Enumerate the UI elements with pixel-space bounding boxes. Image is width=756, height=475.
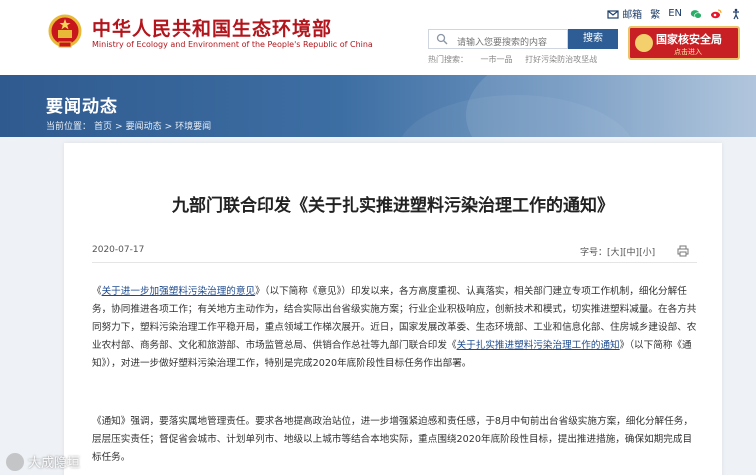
breadcrumb-level1[interactable]: 要闻动态: [126, 122, 162, 132]
mail-link-label: 邮箱: [622, 10, 643, 21]
search-button[interactable]: 搜索: [568, 29, 618, 49]
search-icon: [436, 33, 448, 45]
mail-icon: [607, 9, 619, 19]
accessibility-icon[interactable]: [730, 8, 742, 20]
article-title: 九部门联合印发《关于扎实推进塑料污染治理工作的通知》: [172, 196, 614, 216]
publish-date: 2020-07-17: [92, 245, 145, 255]
mail-link[interactable]: 邮箱: [607, 6, 642, 21]
nnsa-entry-button[interactable]: 国家核安全局 点击进入: [628, 26, 740, 60]
national-emblem-icon[interactable]: [48, 12, 82, 50]
article-meta: 2020-07-17 字号：[大][中][小]: [92, 245, 697, 263]
traditional-chinese-link[interactable]: 繁: [650, 6, 660, 21]
hot-search-item[interactable]: 打好污染防治攻坚战: [525, 55, 597, 64]
breadcrumb-level2[interactable]: 环境要闻: [175, 122, 211, 132]
article-paragraph: 《通知》强调，要落实属地管理责任。要求各地提高政治站位，进一步增强紧迫感和责任感…: [92, 416, 693, 463]
paragraph-text: 《: [92, 286, 102, 297]
nnsa-subtitle: 点击进入: [674, 48, 702, 56]
watermark-logo-icon: [6, 452, 24, 471]
hot-search: 热门搜索： 一市一品 打好污染防治攻坚战: [428, 54, 607, 65]
breadcrumb: 当前位置： 首页 > 要闻动态 > 环境要闻: [46, 119, 214, 132]
policy-link[interactable]: 关于进一步加强塑料污染治理的意见: [102, 286, 256, 297]
font-size-large[interactable]: [大]: [607, 248, 623, 258]
article-paragraph: 《关于进一步加强塑料污染治理的意见》（以下简称《意见》）印发以来，各方高度重视、…: [92, 283, 697, 373]
section-title: 要闻动态: [46, 97, 118, 117]
font-size-medium[interactable]: [中]: [623, 248, 639, 258]
weibo-icon[interactable]: [710, 8, 722, 20]
print-icon[interactable]: [677, 245, 689, 257]
hot-search-label: 热门搜索：: [428, 55, 468, 64]
english-link[interactable]: EN: [668, 8, 682, 19]
breadcrumb-separator: >: [164, 122, 173, 132]
font-size-small[interactable]: [小]: [639, 248, 655, 258]
breadcrumb-separator: >: [115, 122, 123, 132]
search-input[interactable]: [429, 34, 567, 52]
watermark: 大成隐垣: [6, 452, 80, 471]
nnsa-seal-icon: [635, 34, 653, 52]
wechat-icon[interactable]: [690, 8, 702, 20]
watermark-text: 大成隐垣: [28, 456, 81, 471]
ministry-name-cn[interactable]: 中华人民共和国生态环境部: [92, 14, 332, 41]
font-size-controls: 字号：[大][中][小]: [580, 245, 655, 258]
site-header: 中华人民共和国生态环境部 Ministry of Ecology and Env…: [0, 0, 756, 75]
top-links: 邮箱 繁 EN: [607, 6, 742, 21]
hot-search-item[interactable]: 一市一品: [481, 55, 513, 64]
font-size-label: 字号：: [580, 248, 608, 258]
article-card: 九部门联合印发《关于扎实推进塑料污染治理工作的通知》 2020-07-17 字号…: [64, 143, 722, 475]
ministry-name-en[interactable]: Ministry of Ecology and Environment of t…: [92, 40, 373, 49]
breadcrumb-prefix: 当前位置：: [46, 122, 92, 132]
notice-link[interactable]: 关于扎实推进塑料污染治理工作的通知: [457, 340, 620, 351]
breadcrumb-home[interactable]: 首页: [94, 122, 112, 132]
english-link-label: EN: [668, 8, 682, 19]
search-box: [428, 29, 568, 52]
section-banner: 要闻动态 当前位置： 首页 > 要闻动态 > 环境要闻: [0, 75, 756, 137]
nnsa-title: 国家核安全局: [656, 33, 722, 46]
traditional-chinese-label: 繁: [650, 10, 661, 21]
